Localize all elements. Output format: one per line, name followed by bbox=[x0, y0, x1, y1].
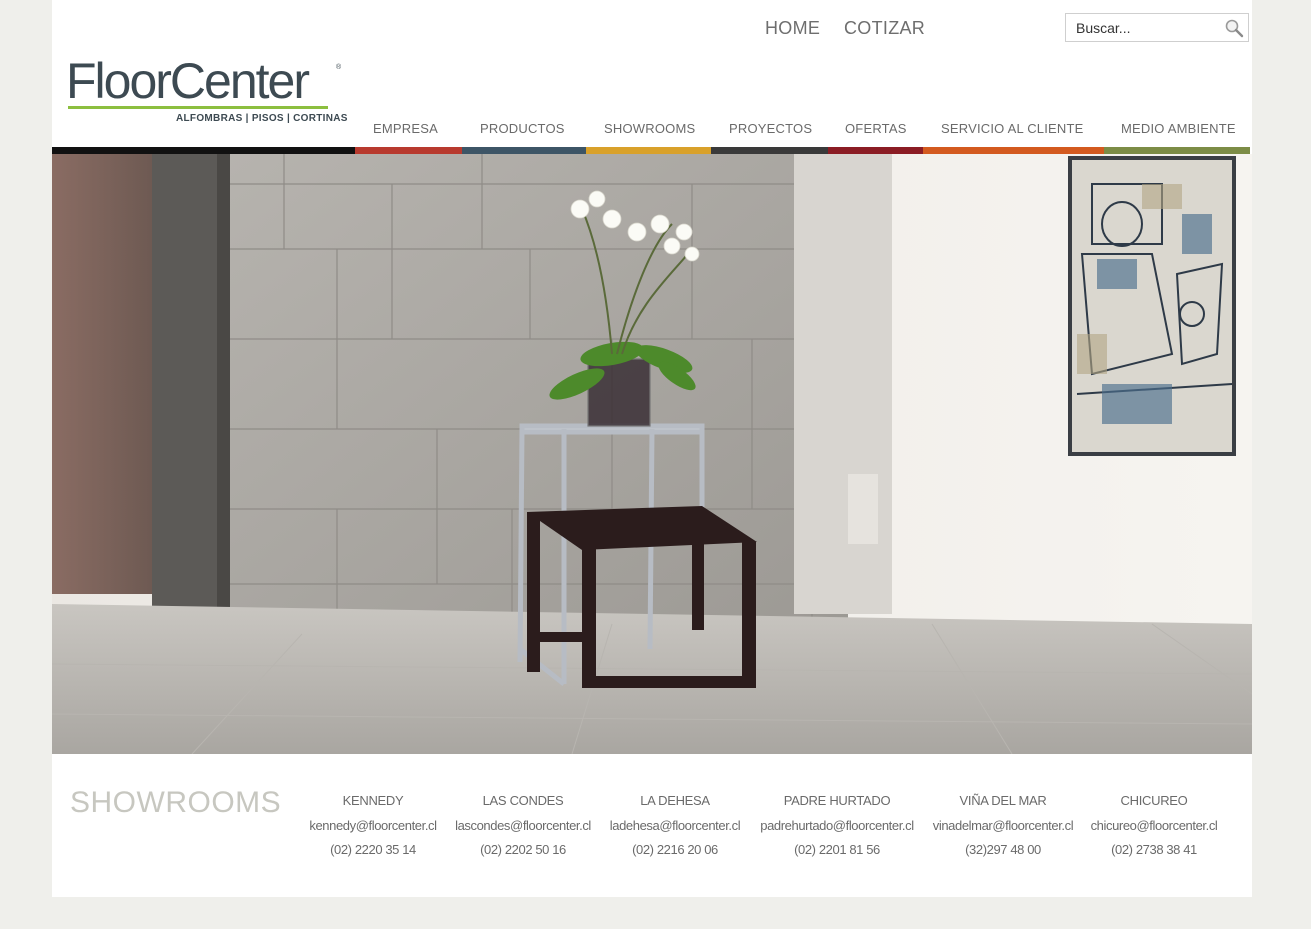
nav-item-ofertas[interactable]: OFERTAS bbox=[828, 110, 923, 154]
nav-color-bar bbox=[462, 147, 586, 154]
hero-illustration bbox=[52, 154, 1252, 754]
showroom-phone: (02) 2201 81 56 bbox=[794, 842, 880, 857]
showroom-name: LA DEHESA bbox=[640, 793, 710, 808]
nav-label: EMPRESA bbox=[373, 121, 438, 136]
logo-registered-mark: ® bbox=[336, 64, 342, 71]
nav-color-bar bbox=[923, 147, 1104, 154]
showroom-chicureo: CHICUREO chicureo@floorcenter.cl (02) 27… bbox=[1074, 789, 1234, 863]
nav-color-bar bbox=[711, 147, 828, 154]
showroom-las-condes: LAS CONDES lascondes@floorcenter.cl (02)… bbox=[443, 789, 603, 863]
nav-color-bar bbox=[828, 147, 923, 154]
nav-item-empresa[interactable]: EMPRESA bbox=[355, 110, 462, 154]
nav-label: PROYECTOS bbox=[729, 121, 813, 136]
showroom-kennedy: KENNEDY kennedy@floorcenter.cl (02) 2220… bbox=[293, 789, 453, 863]
search-box bbox=[1065, 13, 1249, 42]
search-input[interactable] bbox=[1066, 14, 1216, 41]
showroom-name: CHICUREO bbox=[1120, 793, 1188, 808]
cotizar-link[interactable]: COTIZAR bbox=[844, 18, 925, 39]
showroom-email[interactable]: kennedy@floorcenter.cl bbox=[293, 814, 453, 839]
showroom-email[interactable]: ladehesa@floorcenter.cl bbox=[595, 814, 755, 839]
nav-item-medio-ambiente[interactable]: MEDIO AMBIENTE bbox=[1104, 110, 1250, 154]
showroom-phone: (02) 2202 50 16 bbox=[480, 842, 566, 857]
nav-label: SERVICIO AL CLIENTE bbox=[941, 121, 1084, 136]
showroom-padre-hurtado: PADRE HURTADO padrehurtado@floorcenter.c… bbox=[757, 789, 917, 863]
showroom-email[interactable]: padrehurtado@floorcenter.cl bbox=[757, 814, 917, 839]
nav-color-bar bbox=[586, 147, 711, 154]
nav-label: OFERTAS bbox=[845, 121, 907, 136]
search-icon[interactable] bbox=[1224, 18, 1244, 38]
nav-color-bar bbox=[1104, 147, 1250, 154]
showroom-la-dehesa: LA DEHESA ladehesa@floorcenter.cl (02) 2… bbox=[595, 789, 755, 863]
page: HOME COTIZAR FloorCenter ® ALFOMBRAS | P… bbox=[52, 0, 1252, 897]
showroom-name: LAS CONDES bbox=[482, 793, 564, 808]
showroom-phone: (02) 2220 35 14 bbox=[330, 842, 416, 857]
nav-color-bar bbox=[355, 147, 462, 154]
showroom-phone: (02) 2216 20 06 bbox=[632, 842, 718, 857]
main-nav: EMPRESA PRODUCTOS SHOWROOMS PROYECTOS OF… bbox=[52, 110, 1252, 154]
nav-item-servicio-al-cliente[interactable]: SERVICIO AL CLIENTE bbox=[923, 110, 1104, 154]
showroom-email[interactable]: chicureo@floorcenter.cl bbox=[1074, 814, 1234, 839]
showroom-phone: (02) 2738 38 41 bbox=[1111, 842, 1197, 857]
nav-label: SHOWROOMS bbox=[604, 121, 696, 136]
showroom-name: PADRE HURTADO bbox=[783, 793, 891, 808]
nav-item-showrooms[interactable]: SHOWROOMS bbox=[586, 110, 711, 154]
showroom-vina-del-mar: VIÑA DEL MAR vinadelmar@floorcenter.cl (… bbox=[923, 789, 1083, 863]
logo-underline bbox=[68, 106, 328, 109]
logo-wordmark: FloorCenter bbox=[66, 53, 310, 109]
hero-image bbox=[52, 154, 1252, 754]
showroom-phone: (32)297 48 00 bbox=[965, 842, 1041, 857]
showroom-email[interactable]: vinadelmar@floorcenter.cl bbox=[923, 814, 1083, 839]
showroom-name: VIÑA DEL MAR bbox=[959, 793, 1047, 808]
nav-item-proyectos[interactable]: PROYECTOS bbox=[711, 110, 828, 154]
nav-item-productos[interactable]: PRODUCTOS bbox=[462, 110, 586, 154]
showroom-name: KENNEDY bbox=[342, 793, 404, 808]
home-link[interactable]: HOME bbox=[765, 18, 820, 39]
showrooms-title: SHOWROOMS bbox=[70, 786, 282, 819]
nav-label: PRODUCTOS bbox=[480, 121, 565, 136]
showroom-email[interactable]: lascondes@floorcenter.cl bbox=[443, 814, 603, 839]
nav-label: MEDIO AMBIENTE bbox=[1121, 121, 1236, 136]
